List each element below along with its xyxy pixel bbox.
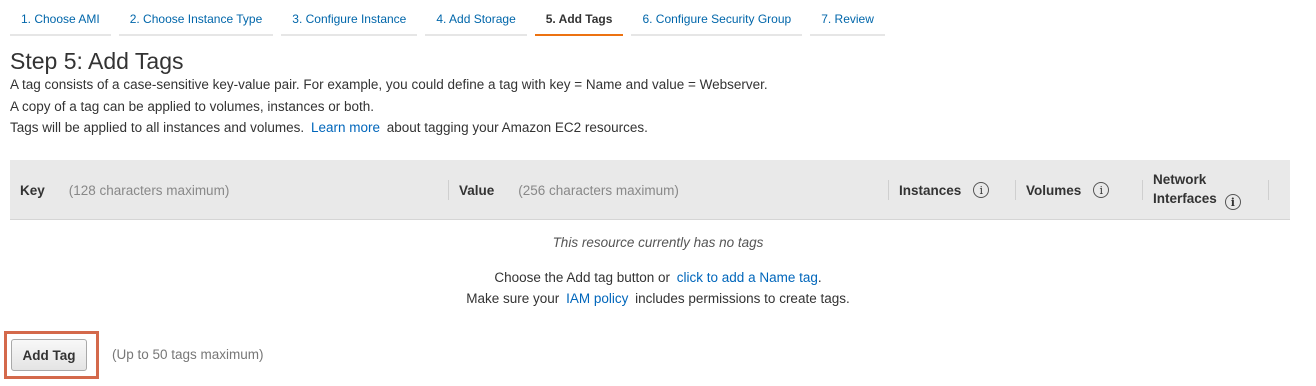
description-line-2: A copy of a tag can be applied to volume…: [10, 99, 374, 114]
tab-add-storage[interactable]: 4. Add Storage: [425, 6, 527, 36]
tab-configure-security-group[interactable]: 6. Configure Security Group: [631, 6, 803, 36]
column-divider: [888, 180, 889, 200]
empty-state-message: This resource currently has no tags: [552, 235, 764, 250]
add-tags-page: 1. Choose AMI 2. Choose Instance Type 3.…: [0, 0, 1316, 386]
column-divider: [1015, 180, 1016, 200]
column-divider: [1268, 180, 1269, 200]
column-network-interfaces: Network Interfaces i: [1153, 160, 1241, 220]
empty-state-line-2-prefix: Make sure your: [466, 291, 560, 306]
empty-state-line-1: Choose the Add tag button or click to ad…: [0, 270, 1316, 285]
wizard-steps: 1. Choose AMI 2. Choose Instance Type 3.…: [10, 6, 885, 36]
learn-more-link[interactable]: Learn more: [311, 120, 380, 135]
tags-table-header: Key (128 characters maximum) Value (256 …: [10, 160, 1290, 220]
column-divider: [448, 180, 449, 200]
description-line-3: Tags will be applied to all instances an…: [10, 120, 648, 135]
empty-state-line-1-suffix: .: [817, 270, 822, 285]
description-line-1: A tag consists of a case-sensitive key-v…: [10, 77, 768, 92]
tab-configure-instance[interactable]: 3. Configure Instance: [281, 6, 418, 36]
column-network-interfaces-label-line-1: Network: [1153, 171, 1207, 187]
column-value: Value (256 characters maximum): [459, 160, 679, 220]
add-tag-button[interactable]: Add Tag: [11, 339, 87, 371]
column-instances-label: Instances: [899, 182, 962, 198]
tab-add-tags[interactable]: 5. Add Tags: [534, 6, 624, 36]
column-value-label: Value: [459, 182, 495, 198]
column-key-hint: (128 characters maximum): [68, 182, 230, 198]
empty-state-line-2: Make sure your IAM policy includes permi…: [0, 291, 1316, 306]
info-icon[interactable]: i: [973, 182, 990, 198]
empty-state-line-1-prefix: Choose the Add tag button or: [494, 270, 671, 285]
max-tags-note: (Up to 50 tags maximum): [112, 347, 264, 362]
column-network-interfaces-label-line-2-text: Interfaces: [1153, 190, 1217, 206]
info-icon[interactable]: i: [1224, 194, 1241, 211]
iam-policy-link[interactable]: IAM policy: [566, 291, 628, 306]
column-network-interfaces-label: Network Interfaces i: [1153, 170, 1241, 211]
page-title: Step 5: Add Tags: [10, 48, 184, 74]
add-name-tag-link[interactable]: click to add a Name tag: [677, 270, 818, 285]
column-key: Key (128 characters maximum): [20, 160, 229, 220]
tab-review[interactable]: 7. Review: [810, 6, 885, 36]
column-volumes: Volumes i: [1026, 160, 1110, 220]
description-line-3-prefix: Tags will be applied to all instances an…: [10, 120, 305, 135]
column-value-hint: (256 characters maximum): [518, 182, 679, 198]
description-line-3-suffix: about tagging your Amazon EC2 resources.: [386, 120, 648, 135]
info-icon[interactable]: i: [1093, 182, 1110, 198]
column-divider: [1142, 180, 1143, 200]
column-volumes-label: Volumes: [1026, 182, 1082, 198]
column-key-label: Key: [20, 182, 45, 198]
tab-choose-instance-type[interactable]: 2. Choose Instance Type: [118, 6, 274, 36]
tab-choose-ami[interactable]: 1. Choose AMI: [10, 6, 111, 36]
column-network-interfaces-label-line-2: Interfaces i: [1153, 189, 1241, 211]
column-instances: Instances i: [899, 160, 990, 220]
empty-state-line-2-suffix: includes permissions to create tags.: [635, 291, 850, 306]
